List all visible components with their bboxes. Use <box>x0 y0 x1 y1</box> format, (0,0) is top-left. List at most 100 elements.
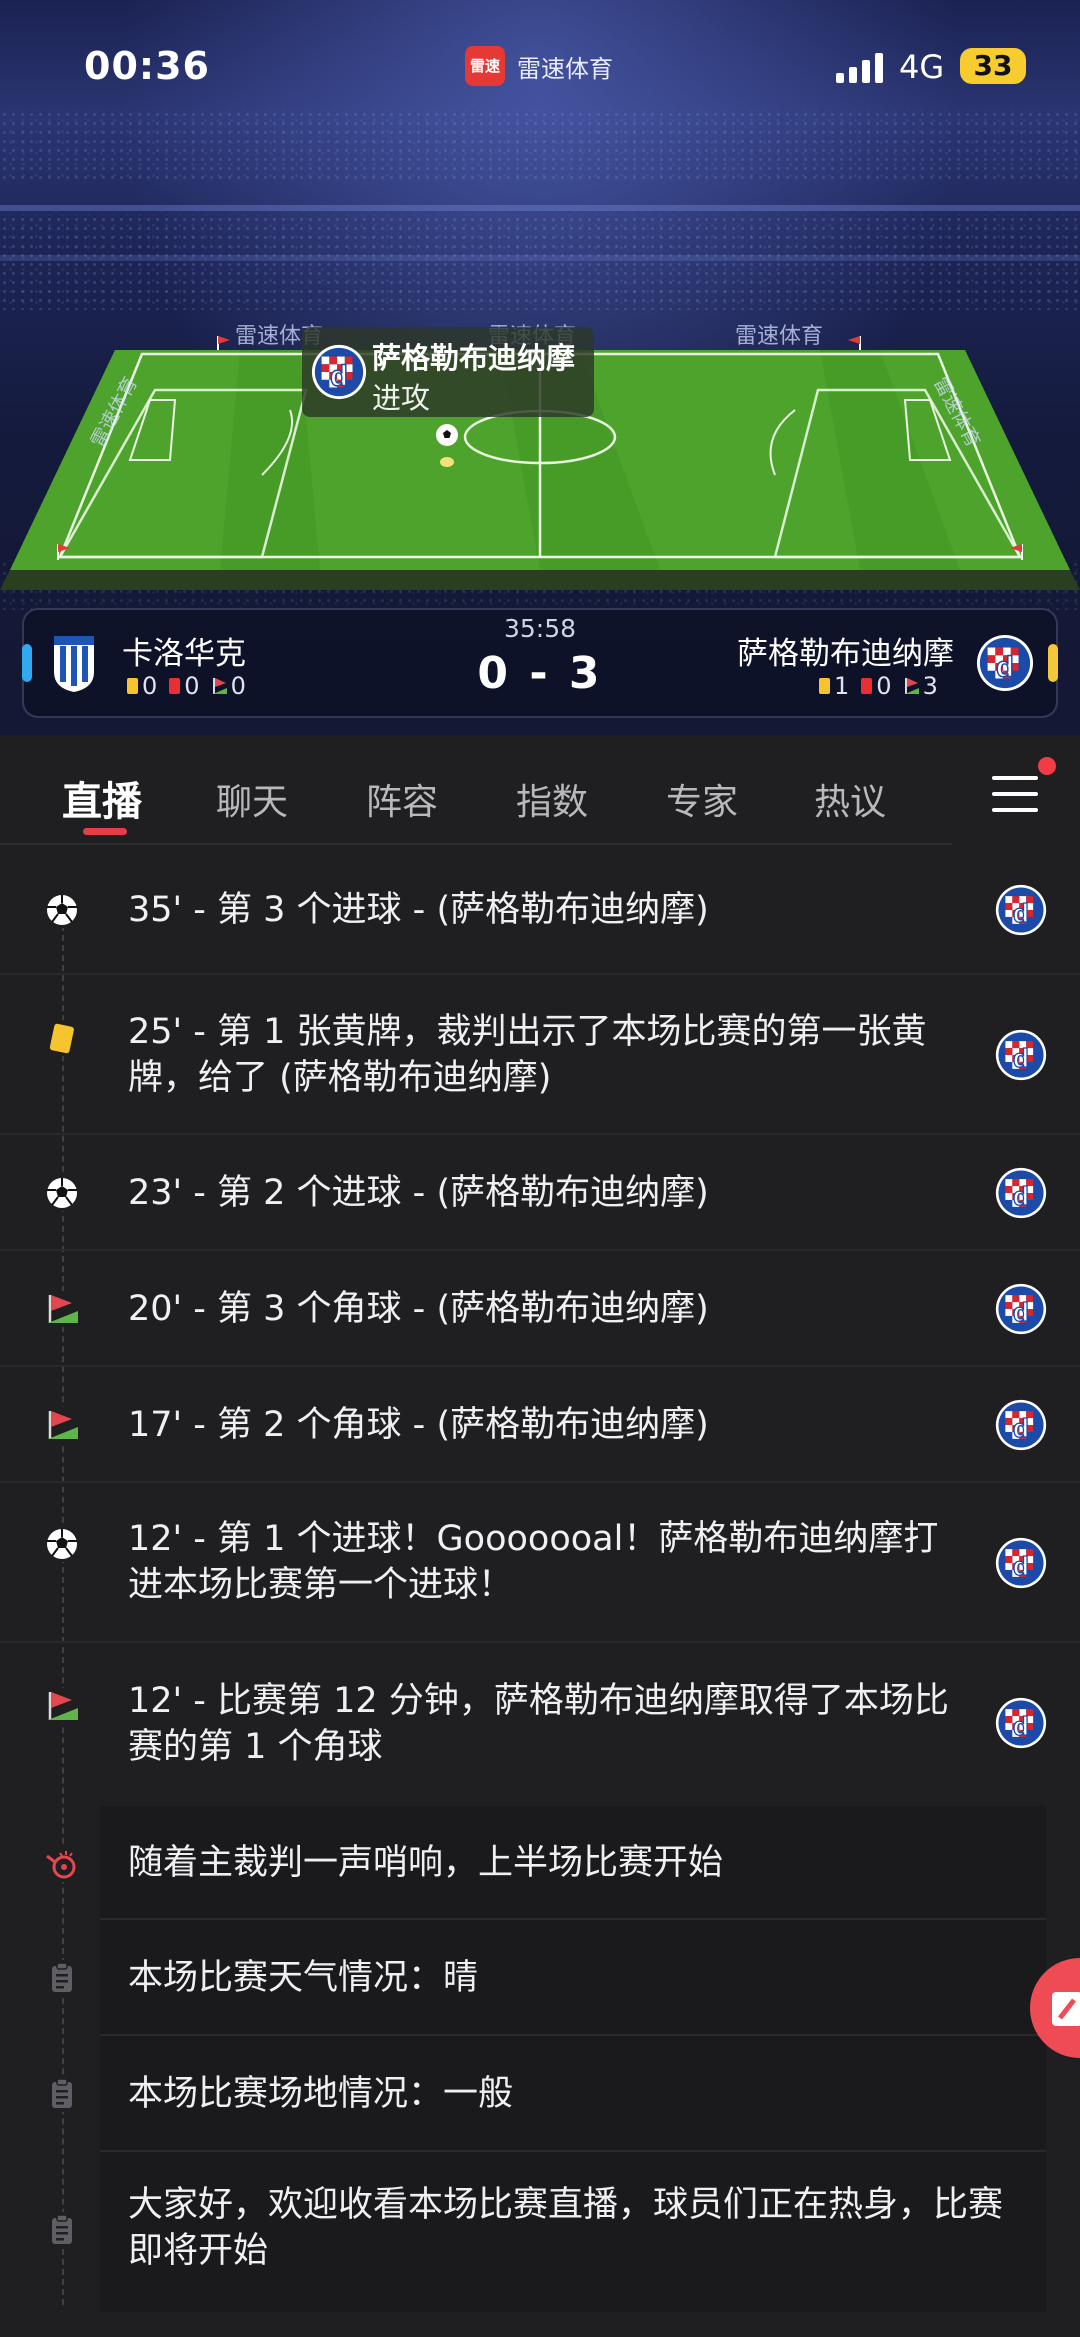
svg-text:d: d <box>330 361 348 393</box>
possession-team-name: 萨格勒布迪纳摩 <box>372 341 576 375</box>
clipboard-icon <box>44 2076 80 2112</box>
home-team-stats: 0 0 0 <box>127 672 258 700</box>
timeline-event: 35' - 第 3 个进球 - (萨格勒布迪纳摩) d <box>0 845 1080 975</box>
event-text: 35' - 第 3 个进球 - (萨格勒布迪纳摩) <box>128 890 709 930</box>
home-color-bar <box>22 644 32 682</box>
app-badge: 雷速 雷速体育 <box>465 46 613 86</box>
timeline-event: 20' - 第 3 个角球 - (萨格勒布迪纳摩) d <box>0 1251 1080 1367</box>
timeline-event: 本场比赛场地情况：一般 <box>44 2036 1046 2152</box>
tab-experts[interactable]: 专家 <box>666 773 738 825</box>
event-text: 本场比赛场地情况：一般 <box>128 2074 514 2114</box>
ad-board: 雷速体育 <box>735 324 824 349</box>
crowd-middle <box>0 215 1080 310</box>
stand-ring <box>0 205 1080 211</box>
svg-text:d: d <box>996 652 1014 684</box>
yellow-card-icon <box>44 1020 80 1056</box>
svg-text:d: d <box>1013 898 1029 928</box>
team-logo: d <box>995 1029 1047 1081</box>
match-clock: 35:58 <box>503 614 577 643</box>
notification-dot <box>1038 757 1056 775</box>
stand-ring <box>0 255 1080 261</box>
svg-text:d: d <box>1013 1297 1029 1327</box>
event-text: 23' - 第 2 个进球 - (萨格勒布迪纳摩) <box>128 1173 709 1213</box>
timeline-event: 17' - 第 2 个角球 - (萨格勒布迪纳摩) d <box>0 1367 1080 1483</box>
timeline-event: 随着主裁判一声哨响，上半场比赛开始 <box>44 1806 1046 1920</box>
clipboard-icon <box>44 1960 80 1996</box>
timeline-event: 12' - 比赛第 12 分钟，萨格勒布迪纳摩取得了本场比赛的第 1 个角球 d <box>0 1643 1080 1803</box>
app-logo: 雷速 <box>465 46 505 86</box>
event-text: 20' - 第 3 个角球 - (萨格勒布迪纳摩) <box>128 1289 709 1329</box>
away-color-bar <box>1048 644 1058 682</box>
event-text: 17' - 第 2 个角球 - (萨格勒布迪纳摩) <box>128 1405 709 1445</box>
event-text: 随着主裁判一声哨响，上半场比赛开始 <box>128 1843 724 1883</box>
away-corner-count: 3 <box>922 672 938 700</box>
corner-flag-icon <box>44 1407 80 1443</box>
ball-shadow <box>440 457 454 467</box>
timeline-event: 12' - 第 1 个进球！Gooooooal！萨格勒布迪纳摩打进本场比赛第一个… <box>0 1483 1080 1643</box>
team-logo: d <box>995 1399 1047 1451</box>
home-corner-count: 0 <box>230 672 246 700</box>
event-text: 本场比赛天气情况：晴 <box>128 1958 479 1998</box>
tab-lineup[interactable]: 阵容 <box>366 773 438 825</box>
corner-flag-icon <box>44 1291 80 1327</box>
ball-icon <box>436 424 458 446</box>
corner-flag-icon <box>44 1688 80 1724</box>
soccer-ball-icon <box>44 1175 80 1211</box>
home-team-name: 卡洛华克 <box>122 636 246 672</box>
event-text: 12' - 第 1 个进球！Gooooooal！萨格勒布迪纳摩打进本场比赛第一个… <box>128 1519 939 1605</box>
away-team-name: 萨格勒布迪纳摩 <box>737 636 954 672</box>
event-text: 12' - 比赛第 12 分钟，萨格勒布迪纳摩取得了本场比赛的第 1 个角球 <box>128 1681 949 1767</box>
timeline-event: 大家好，欢迎收看本场比赛直播，球员们正在热身，比赛即将开始 <box>44 2152 1046 2312</box>
svg-text:d: d <box>1013 1413 1029 1443</box>
team-logo: d <box>995 1167 1047 1219</box>
team-logo: d <box>995 1283 1047 1335</box>
away-red-count: 0 <box>876 672 892 700</box>
event-text: 25' - 第 1 张黄牌，裁判出示了本场比赛的第一张黄牌，给了 (萨格勒布迪纳… <box>128 1012 927 1098</box>
menu-icon[interactable] <box>992 775 1038 813</box>
signal-icon <box>836 53 883 83</box>
tab-odds[interactable]: 指数 <box>516 773 588 825</box>
home-red-count: 0 <box>184 672 200 700</box>
soccer-ball-icon <box>44 892 80 928</box>
red-card-icon <box>169 678 181 694</box>
network-label: 4G <box>899 48 945 86</box>
active-tab-indicator <box>83 828 127 835</box>
edit-icon <box>1052 1992 1080 2026</box>
team-logo: d <box>995 884 1047 936</box>
away-yellow-count: 1 <box>834 672 850 700</box>
dinamo-zagreb-logo: d <box>311 344 367 400</box>
home-yellow-count: 0 <box>142 672 158 700</box>
team-logo: d <box>995 1697 1047 1749</box>
timeline-event: 25' - 第 1 张黄牌，裁判出示了本场比赛的第一张黄牌，给了 (萨格勒布迪纳… <box>0 975 1080 1135</box>
red-card-icon <box>861 678 873 694</box>
away-team-stats: 1 0 3 <box>819 672 950 700</box>
crowd-upper <box>0 110 1080 180</box>
home-team-logo <box>54 636 94 692</box>
match-score: 0 - 3 <box>477 648 603 699</box>
team-logo: d <box>995 1537 1047 1589</box>
svg-text:d: d <box>1013 1711 1029 1741</box>
battery-indicator: 33 <box>960 48 1026 84</box>
svg-text:d: d <box>1013 1043 1029 1073</box>
status-bar: 00:36 雷速 雷速体育 4G 33 <box>0 36 1080 100</box>
live-timeline: 35' - 第 3 个进球 - (萨格勒布迪纳摩) d 25' - 第 1 张黄… <box>0 845 1080 2337</box>
tab-chat[interactable]: 聊天 <box>216 773 288 825</box>
tab-discussion[interactable]: 热议 <box>814 773 886 825</box>
possession-action: 进攻 <box>372 381 431 415</box>
svg-text:d: d <box>1013 1181 1029 1211</box>
svg-text:d: d <box>1013 1551 1029 1581</box>
tab-live[interactable]: 直播 <box>62 769 142 827</box>
timeline-event: 本场比赛天气情况：晴 <box>44 1920 1046 2036</box>
possession-popup: d 萨格勒布迪纳摩 进攻 <box>302 327 594 417</box>
event-text: 大家好，欢迎收看本场比赛直播，球员们正在热身，比赛即将开始 <box>128 2185 1004 2271</box>
clipboard-icon <box>44 2212 80 2248</box>
soccer-ball-icon <box>44 1526 80 1562</box>
corner-flag-icon <box>212 678 227 694</box>
yellow-card-icon <box>127 678 138 694</box>
corner-flag-icon <box>904 678 919 694</box>
status-time: 00:36 <box>84 44 210 88</box>
yellow-card-icon <box>819 678 830 694</box>
tab-bar: 直播 聊天 阵容 指数 专家 热议 <box>0 735 1080 845</box>
app-name: 雷速体育 <box>517 54 613 83</box>
timeline-event: 23' - 第 2 个进球 - (萨格勒布迪纳摩) d <box>0 1135 1080 1251</box>
